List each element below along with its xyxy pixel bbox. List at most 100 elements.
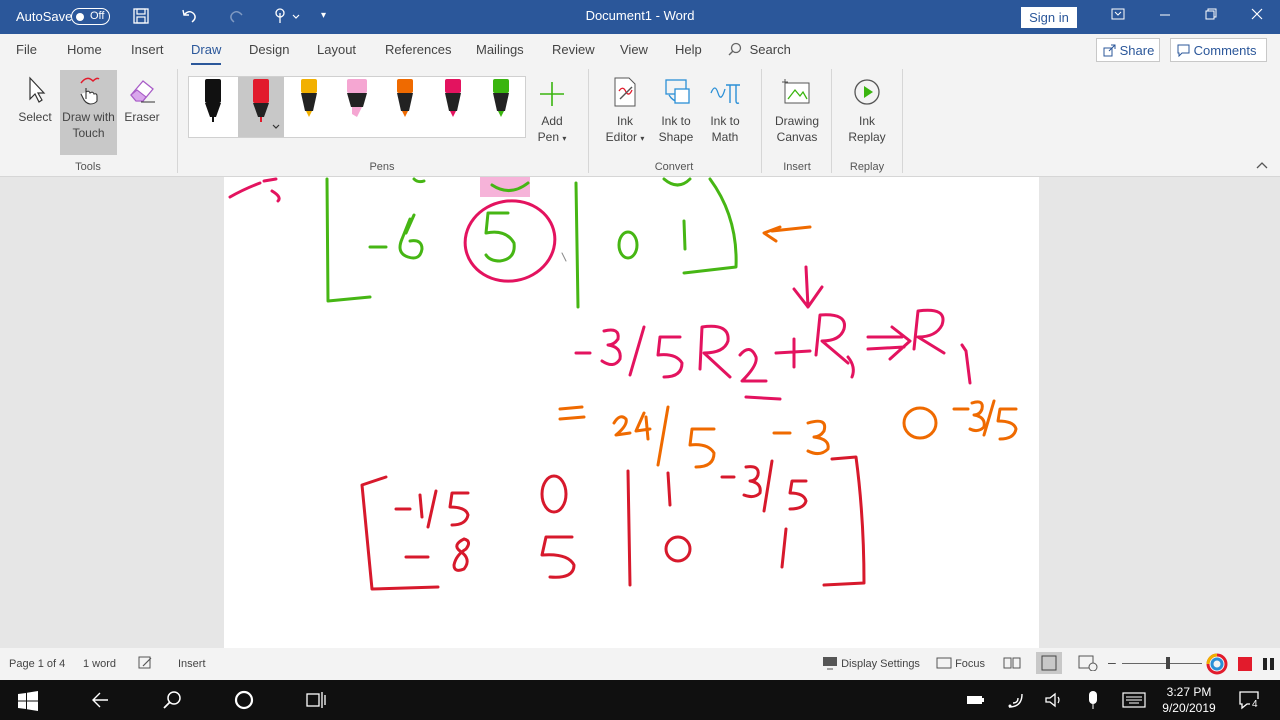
document-area[interactable] — [0, 177, 1280, 648]
windows-start-icon[interactable] — [18, 691, 38, 714]
tab-draw[interactable]: Draw — [191, 42, 222, 66]
draw-touch-icon — [79, 77, 100, 105]
ribbon-display-options-icon[interactable] — [1110, 6, 1126, 25]
tab-mailings[interactable]: Mailings — [476, 42, 524, 57]
restore-icon[interactable] — [1204, 6, 1218, 25]
separator — [177, 69, 178, 173]
comments-button[interactable]: Comments — [1170, 38, 1267, 62]
undo-icon[interactable] — [180, 7, 198, 30]
notifications-icon[interactable]: 4 — [1238, 690, 1260, 713]
share-button[interactable]: Share — [1096, 38, 1160, 62]
collapse-ribbon-icon[interactable] — [1256, 159, 1268, 173]
zoom-slider[interactable] — [1122, 663, 1202, 664]
ink-to-shape-button[interactable]: Ink to Shape — [655, 75, 697, 145]
tab-home[interactable]: Home — [67, 42, 102, 57]
tab-file[interactable]: File — [16, 42, 37, 57]
pens-gallery — [188, 76, 526, 138]
select-button[interactable]: Select — [14, 75, 56, 125]
battery-icon[interactable] — [966, 694, 984, 709]
back-arrow-icon[interactable] — [90, 691, 110, 712]
tab-references[interactable]: References — [385, 42, 451, 57]
focus-button[interactable]: Focus — [936, 656, 985, 670]
search-icon — [728, 42, 742, 56]
system-clock[interactable]: 3:27 PM 9/20/2019 — [1160, 684, 1218, 716]
pen-yellow[interactable] — [286, 77, 332, 137]
ribbon-tabs: File Home Insert Draw Design Layout Refe… — [0, 34, 1280, 66]
zoom-out-button[interactable]: – — [1108, 654, 1116, 670]
tab-review[interactable]: Review — [552, 42, 595, 57]
word-count[interactable]: 1 word — [83, 658, 116, 670]
record-stop-icon[interactable] — [1238, 657, 1252, 671]
display-settings-button[interactable]: Display Settings — [822, 656, 920, 670]
web-layout-icon[interactable] — [1078, 655, 1098, 674]
pens-group-label: Pens — [369, 161, 395, 173]
add-pen-button[interactable]: Add Pen ▾ — [531, 79, 573, 147]
tab-help[interactable]: Help — [675, 42, 702, 57]
insert-mode[interactable]: Insert — [178, 658, 206, 670]
microphone-icon[interactable] — [1086, 690, 1100, 713]
save-icon[interactable] — [132, 7, 150, 30]
comment-icon — [1177, 44, 1190, 58]
search-box[interactable]: Search — [728, 42, 791, 57]
title-bar: AutoSave Off ▾ Document1 - Word Sign in — [0, 0, 1280, 34]
draw-ribbon: Select Draw with Touch Eraser Tools Add … — [0, 65, 1280, 177]
clock-time: 3:27 PM — [1166, 685, 1212, 699]
redo-icon[interactable] — [228, 7, 246, 30]
ink-replay-icon — [854, 79, 880, 105]
customize-qat-icon[interactable]: ▾ — [321, 10, 326, 21]
ink-to-math-icon — [710, 84, 740, 104]
eraser-icon — [130, 80, 155, 103]
autosave-label: AutoSave — [16, 9, 73, 24]
close-icon[interactable] — [1250, 6, 1264, 25]
ink-to-math-button[interactable]: Ink to Math — [704, 75, 746, 145]
proofing-icon[interactable] — [138, 656, 154, 673]
drawing-canvas-icon — [782, 79, 810, 104]
touch-mode-icon[interactable] — [272, 7, 300, 30]
share-icon — [1103, 44, 1116, 57]
clock-date: 9/20/2019 — [1162, 701, 1216, 715]
separator — [902, 69, 903, 173]
pause-icon[interactable] — [1262, 657, 1276, 674]
separator — [588, 69, 589, 173]
comments-label: Comments — [1193, 43, 1257, 58]
page-count[interactable]: Page 1 of 4 — [9, 658, 65, 670]
pen-black[interactable] — [190, 77, 236, 137]
pen-green[interactable] — [478, 77, 524, 137]
replay-group-label: Replay — [849, 161, 885, 173]
cortana-icon[interactable] — [233, 689, 255, 714]
minimize-icon[interactable] — [1158, 6, 1172, 25]
tab-view[interactable]: View — [620, 42, 648, 57]
autosave-toggle[interactable]: Off — [71, 8, 110, 25]
drawing-canvas-button[interactable]: Drawing Canvas — [772, 75, 822, 145]
ink-to-shape-icon — [665, 79, 690, 104]
pen-orange[interactable] — [382, 77, 428, 137]
keyboard-icon[interactable] — [1122, 692, 1146, 711]
ink-editor-button[interactable]: Ink Editor ▾ — [601, 75, 649, 147]
print-layout-icon[interactable] — [1036, 652, 1062, 674]
volume-icon[interactable] — [1044, 691, 1064, 712]
wifi-icon[interactable] — [1006, 691, 1024, 712]
task-view-icon[interactable] — [305, 690, 327, 713]
windows-taskbar: 3:27 PM 9/20/2019 4 — [0, 680, 1280, 720]
app-color-wheel-icon[interactable] — [1205, 653, 1229, 675]
tab-insert[interactable]: Insert — [131, 42, 164, 57]
select-arrow-icon — [29, 76, 46, 103]
tools-group-label: Tools — [75, 161, 101, 173]
eraser-button[interactable]: Eraser — [121, 75, 163, 125]
pen-red[interactable] — [238, 77, 284, 137]
pen-magenta[interactable] — [430, 77, 476, 137]
document-page[interactable] — [224, 177, 1039, 648]
search-icon[interactable] — [162, 690, 182, 713]
zoom-slider-thumb[interactable] — [1166, 657, 1170, 669]
status-bar: Page 1 of 4 1 word Insert Display Settin… — [0, 648, 1280, 680]
plus-icon — [540, 82, 564, 106]
read-mode-icon[interactable] — [1003, 656, 1021, 673]
draw-with-touch-button[interactable]: Draw with Touch — [60, 70, 117, 155]
insert-group-label: Insert — [783, 161, 811, 173]
tab-design[interactable]: Design — [249, 42, 289, 57]
pen-pink-highlighter[interactable] — [334, 77, 380, 137]
sign-in-button[interactable]: Sign in — [1021, 7, 1077, 28]
monitor-icon — [823, 657, 837, 670]
ink-replay-button[interactable]: Ink Replay — [845, 75, 889, 145]
tab-layout[interactable]: Layout — [317, 42, 356, 57]
